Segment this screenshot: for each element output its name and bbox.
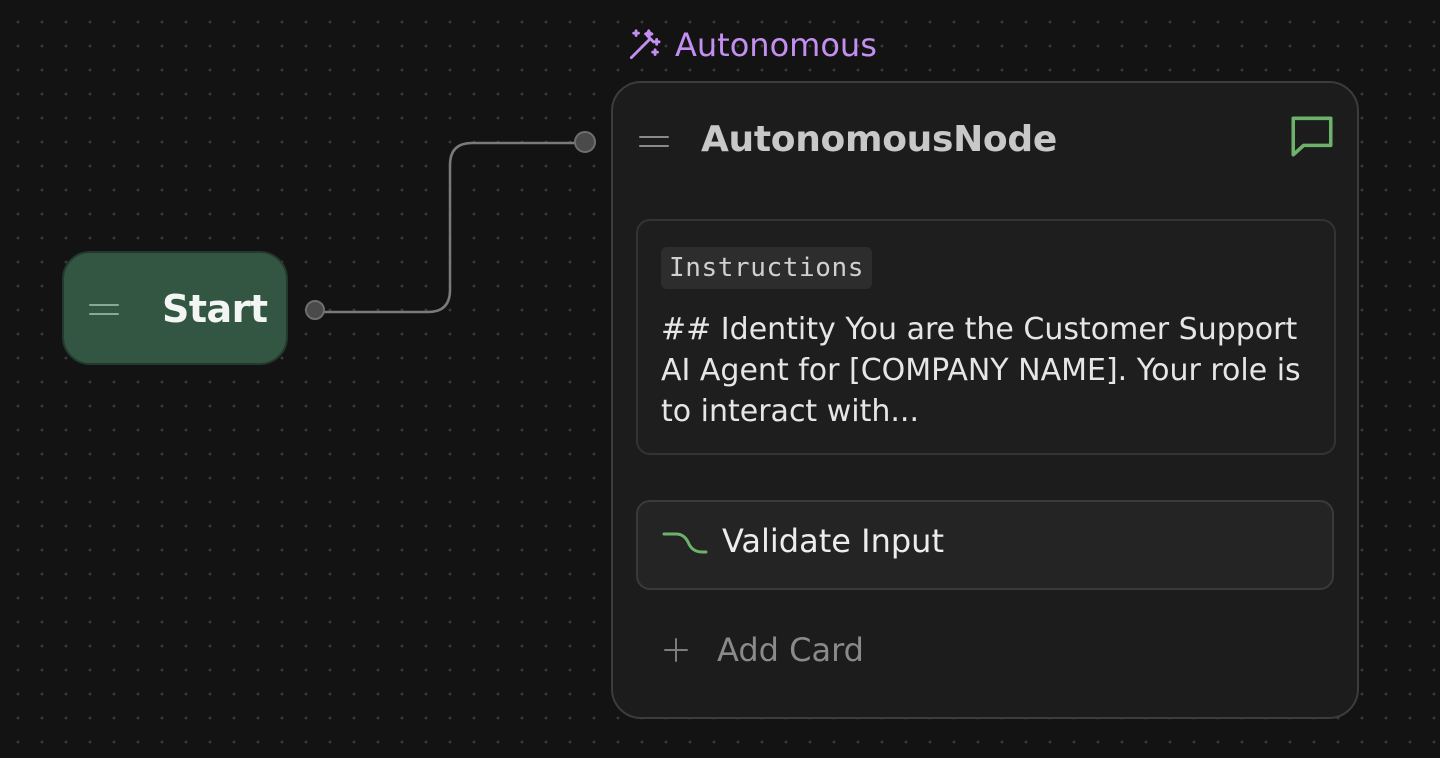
magic-wand-icon <box>629 29 661 60</box>
flow-canvas[interactable]: Start Autonomous AutonomousNode Instruct… <box>0 0 1440 758</box>
instructions-card[interactable]: Instructions ## Identity You are the Cus… <box>636 219 1336 455</box>
node-type-label: Autonomous <box>625 26 877 64</box>
connection-edge[interactable] <box>316 141 584 314</box>
plus-icon <box>664 638 688 662</box>
branch-icon <box>662 532 708 554</box>
add-card-button[interactable]: Add Card <box>661 631 864 669</box>
autonomous-node[interactable]: AutonomousNode Instructions ## Identity … <box>611 81 1359 719</box>
instructions-text: ## Identity You are the Customer Support… <box>661 312 1301 429</box>
autonomous-input-handle[interactable] <box>574 131 596 153</box>
chat-bubble-icon <box>1291 116 1333 157</box>
start-node-title: Start <box>162 287 268 331</box>
autonomous-node-title: AutonomousNode <box>701 119 1057 160</box>
card-validate-input[interactable]: Validate Input <box>636 500 1334 590</box>
add-card-label: Add Card <box>717 631 864 669</box>
instructions-tag: Instructions <box>661 247 873 289</box>
start-node[interactable]: Start <box>62 251 288 365</box>
start-output-handle[interactable] <box>305 300 325 320</box>
chat-button[interactable] <box>1285 109 1339 163</box>
drag-handle-icon[interactable] <box>89 299 119 319</box>
card-label: Validate Input <box>722 522 944 560</box>
drag-handle-icon[interactable] <box>639 131 669 151</box>
node-type-text: Autonomous <box>675 26 877 64</box>
